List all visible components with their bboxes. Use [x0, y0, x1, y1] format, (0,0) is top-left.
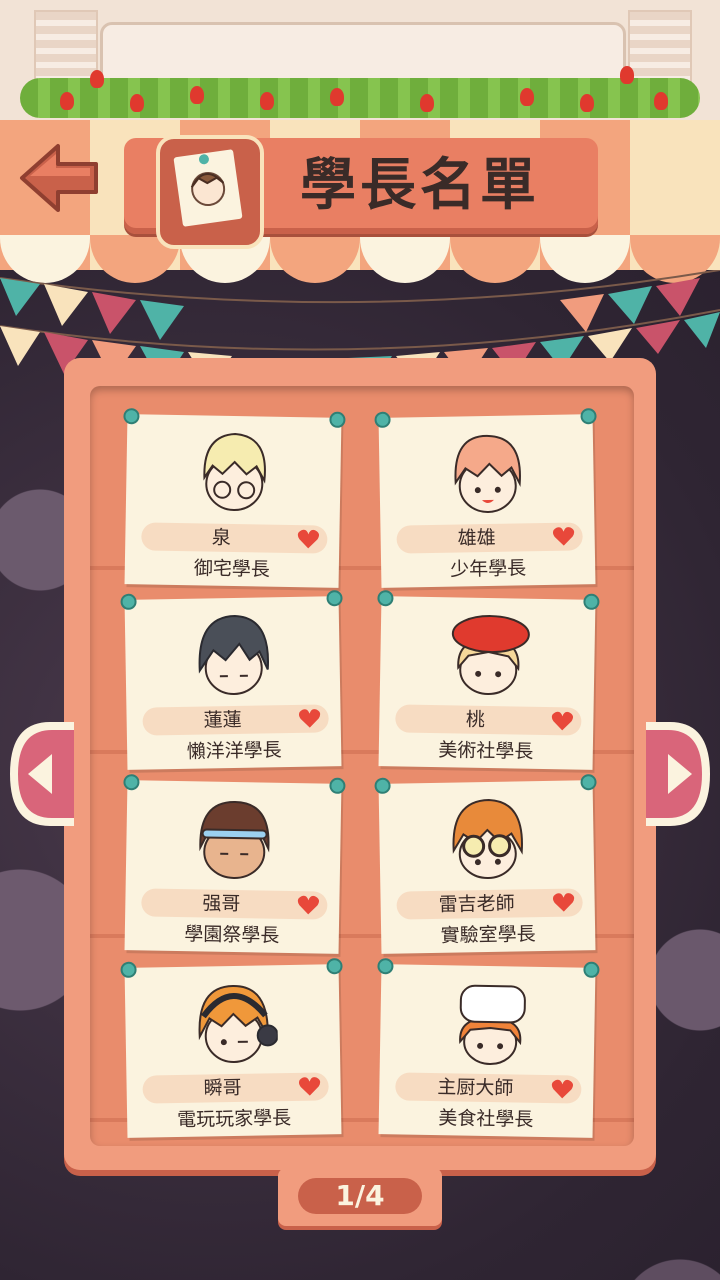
blond-glasses-face-icon: [203, 433, 266, 512]
character-card[interactable]: 蓮蓮 懶洋洋學長: [120, 590, 343, 770]
pin-icon: [123, 774, 140, 791]
flower-decoration: [330, 88, 344, 106]
next-page-button[interactable]: [646, 722, 710, 826]
name-pill: 强哥: [141, 888, 328, 920]
heart-icon[interactable]: [297, 895, 320, 915]
name-pill: 蓮蓮: [142, 704, 329, 736]
heart-icon[interactable]: [298, 1076, 321, 1096]
back-arrow-icon: [20, 144, 98, 212]
character-title: 少年學長: [449, 557, 527, 581]
flower-decoration: [580, 94, 594, 112]
character-title: 電玩玩家學長: [176, 1106, 292, 1131]
pin-icon: [374, 411, 391, 428]
character-name: 雷吉老師: [438, 892, 515, 916]
heart-icon[interactable]: [297, 529, 320, 549]
character-card[interactable]: 泉 御宅學長: [123, 408, 346, 588]
flower-decoration: [620, 66, 634, 84]
pin-icon: [120, 961, 137, 978]
character-title: 懶洋洋學長: [186, 739, 282, 763]
heart-icon[interactable]: [551, 711, 574, 731]
character-name: 瞬哥: [203, 1076, 242, 1100]
flower-decoration: [190, 86, 204, 104]
flower-decoration: [420, 94, 434, 112]
pin-icon: [120, 593, 137, 610]
character-name: 雄雄: [457, 526, 496, 550]
name-pill: 雷吉老師: [396, 888, 583, 920]
pin-icon: [377, 958, 394, 975]
profile-card-icon: [156, 135, 264, 249]
flower-vines: [20, 78, 700, 118]
flower-decoration: [90, 70, 104, 88]
red-beret-face-icon: [451, 615, 530, 696]
character-name: 蓮蓮: [203, 708, 242, 732]
heart-icon[interactable]: [552, 526, 575, 546]
name-pill: 桃: [395, 704, 582, 736]
goggles-face-icon: [452, 798, 523, 879]
peach-hair-face-icon: [454, 434, 521, 513]
page-title: 學長名單: [300, 153, 540, 218]
pin-icon: [377, 590, 394, 607]
character-name: 桃: [465, 708, 486, 731]
heart-icon[interactable]: [298, 708, 321, 728]
character-name: 强哥: [202, 892, 241, 916]
character-card[interactable]: 雄雄 少年學長: [374, 408, 597, 588]
character-card[interactable]: 主厨大師 美食社學長: [377, 958, 600, 1138]
character-card[interactable]: 强哥 學園祭學長: [123, 774, 346, 954]
pin-icon: [123, 408, 140, 425]
chevron-right-icon: [646, 722, 710, 826]
back-button[interactable]: [18, 140, 102, 216]
name-pill: 主厨大師: [395, 1072, 582, 1104]
character-title: 實驗室學長: [440, 923, 536, 947]
chef-hat-face-icon: [459, 984, 526, 1066]
character-card[interactable]: 瞬哥 電玩玩家學長: [120, 958, 343, 1138]
headphones-face-icon: [198, 984, 279, 1063]
headband-face-icon: [199, 801, 270, 880]
name-pill: 雄雄: [396, 522, 583, 554]
character-title: 美術社學長: [438, 739, 534, 763]
page-indicator: 1/4: [278, 1168, 442, 1226]
previous-page-button[interactable]: [10, 722, 74, 826]
chevron-left-icon: [10, 722, 74, 826]
flower-decoration: [130, 94, 144, 112]
flower-decoration: [260, 92, 274, 110]
pin-icon: [374, 777, 391, 794]
dark-hair-face-icon: [198, 614, 269, 695]
character-name: 主厨大師: [437, 1076, 514, 1100]
character-title: 學園祭學長: [184, 923, 280, 947]
heart-icon[interactable]: [551, 1079, 574, 1099]
page-number: 1/4: [298, 1178, 422, 1214]
character-card[interactable]: 桃 美術社學長: [377, 590, 600, 770]
heart-icon[interactable]: [552, 892, 575, 912]
name-pill: 瞬哥: [142, 1072, 329, 1104]
flower-decoration: [520, 88, 534, 106]
character-card[interactable]: 雷吉老師 實驗室學長: [374, 774, 597, 954]
character-title: 美食社學長: [438, 1107, 534, 1131]
flower-decoration: [654, 92, 668, 110]
name-pill: 泉: [141, 522, 328, 554]
character-name: 泉: [211, 526, 232, 549]
flower-decoration: [60, 92, 74, 110]
character-title: 御宅學長: [193, 557, 270, 581]
